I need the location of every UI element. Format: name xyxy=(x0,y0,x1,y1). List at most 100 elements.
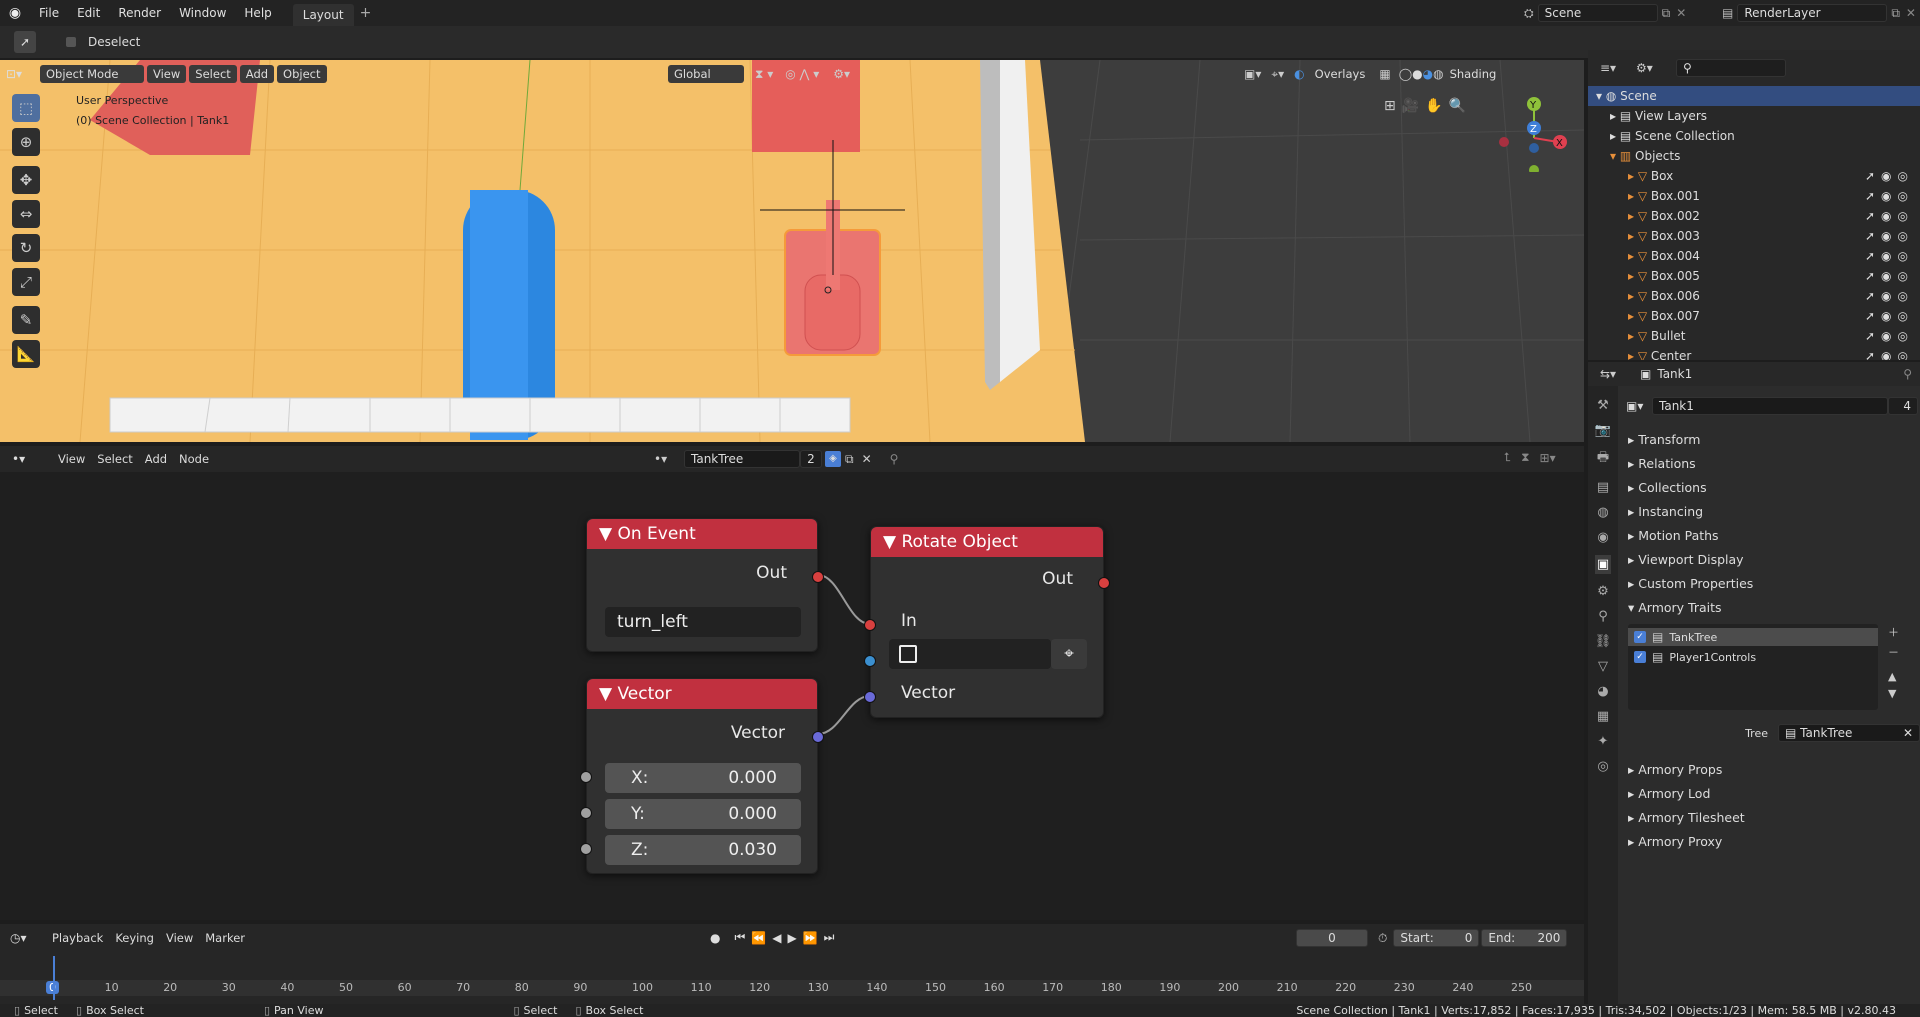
outliner-object-row[interactable]: ▸ ▽ Bullet ➚◉◎ xyxy=(1588,326,1920,346)
overlays-dropdown[interactable]: Overlays xyxy=(1309,65,1372,83)
outliner-object-row[interactable]: ▸ ▽ Box.003 ➚◉◎ xyxy=(1588,226,1920,246)
trait-enabled-checkbox[interactable]: ✓ xyxy=(1634,631,1646,643)
world-tab-icon[interactable]: ◉ xyxy=(1597,530,1608,545)
xray-icon[interactable]: ▦ xyxy=(1379,67,1390,81)
rotate-object-socket[interactable] xyxy=(864,655,876,667)
properties-panel[interactable]: ▸ Armory Lod xyxy=(1628,786,1710,801)
outliner-row-scene[interactable]: ▾ ◍ Scene xyxy=(1588,86,1920,106)
editor-type-icon[interactable]: ⊡▾ xyxy=(6,67,40,81)
output-tab-icon[interactable]: 🖶 xyxy=(1597,448,1609,470)
select-box-tool-icon[interactable]: ⬚ xyxy=(12,94,40,122)
deselect-checkbox-icon[interactable] xyxy=(66,37,76,47)
data-tab-icon[interactable]: ▽ xyxy=(1598,659,1608,674)
outliner-row-objects[interactable]: ▾ ▥ Objects xyxy=(1588,146,1920,166)
vector-z-socket[interactable] xyxy=(580,843,592,855)
stopwatch-icon[interactable]: ⏱ xyxy=(1378,931,1387,946)
select-menu[interactable]: Select xyxy=(189,65,237,83)
menu-edit[interactable]: Edit xyxy=(68,0,109,26)
copy-scene-icon[interactable]: ⧉ xyxy=(1662,6,1671,21)
outliner-object-row[interactable]: ▸ ▽ Center ➚◉◎ xyxy=(1588,346,1920,360)
properties-type-icon[interactable]: ⇆▾ xyxy=(1600,367,1640,381)
playback-menu[interactable]: Playback xyxy=(46,929,109,947)
eyedropper-icon[interactable]: ⌖ xyxy=(1051,639,1087,669)
mode-dropdown[interactable]: Object Mode xyxy=(40,65,144,83)
properties-panel[interactable]: ▸ Collections xyxy=(1628,480,1707,495)
jump-end-icon[interactable]: ⏭ xyxy=(824,930,835,945)
properties-editor[interactable]: ⚒ 📷 🖶 ▤ ◍ ◉ ▣ ⚙ ⚲ ⛓ ▽ ◕ ▦ ✦ ◎ ⇆▾ ▣ Tank1… xyxy=(1588,362,1920,1004)
shading-material-icon[interactable]: ◕ xyxy=(1423,67,1433,81)
menu-render[interactable]: Render xyxy=(109,0,170,26)
grid-view-icon[interactable]: ⊞ xyxy=(1384,98,1396,114)
pin-properties-icon[interactable]: ⚲ xyxy=(1903,367,1912,381)
select-tool-icon[interactable]: ➚ xyxy=(14,31,36,53)
properties-panel[interactable]: ▸ Transform xyxy=(1628,432,1700,447)
3d-viewport[interactable]: ⊡▾ Object Mode View Select Add Object Gl… xyxy=(0,60,1584,442)
scale-tool-icon[interactable]: ⤢ xyxy=(12,268,40,296)
renderlayer-field[interactable]: RenderLayer xyxy=(1737,4,1888,22)
traits-list[interactable]: ✓ ▤ TankTree ✓ ▤ Player1Controls xyxy=(1628,624,1878,710)
object-visibility-icons[interactable]: ➚◉◎ xyxy=(1865,166,1914,186)
menu-help[interactable]: Help xyxy=(235,0,280,26)
overlays-icon[interactable]: ◐ xyxy=(1294,67,1304,81)
camera-view-icon[interactable]: 🎥 xyxy=(1402,98,1419,114)
move-arrows-icon[interactable]: ⇔ xyxy=(12,200,40,228)
end-frame-field[interactable]: End: 200 xyxy=(1481,929,1568,947)
move-down-button[interactable]: ▼ xyxy=(1888,687,1899,700)
object-type-icon[interactable]: ▣▾ xyxy=(1626,399,1652,413)
outliner-object-row[interactable]: ▸ ▽ Box.004 ➚◉◎ xyxy=(1588,246,1920,266)
object-visibility-icons[interactable]: ➚◉◎ xyxy=(1865,206,1914,226)
node-on-event[interactable]: ▼ On Event Out turn_left xyxy=(586,518,824,652)
annotate-tool-icon[interactable]: ✎ xyxy=(12,306,40,334)
vector-z-field[interactable]: Z: 0.030 xyxy=(605,835,801,865)
copy-renderlayer-icon[interactable]: ⧉ xyxy=(1891,6,1900,21)
timeline[interactable]: ◷▾ Playback Keying View Marker ● ⏮ ⏪ ◀ ▶… xyxy=(0,924,1584,1004)
deselect-label[interactable]: Deselect xyxy=(88,35,140,49)
timeline-ruler[interactable]: 0102030405060708090100110120130140150160… xyxy=(0,980,1584,996)
renderlayer-icon[interactable]: ▤ xyxy=(1722,6,1733,20)
remove-trait-button[interactable]: － xyxy=(1888,644,1899,660)
object-visibility-icons[interactable]: ➚◉◎ xyxy=(1865,286,1914,306)
measure-tool-icon[interactable]: 📐 xyxy=(12,340,40,368)
rotate-in-socket[interactable] xyxy=(864,619,876,631)
shading-dropdown[interactable]: Shading xyxy=(1444,65,1503,83)
zoom-view-icon[interactable]: 🔍 xyxy=(1449,98,1466,114)
vector-x-socket[interactable] xyxy=(580,771,592,783)
object-tab-icon[interactable]: ▣ xyxy=(1594,555,1612,574)
shading-rendered-icon[interactable]: ◍ xyxy=(1433,67,1443,81)
snap-icon[interactable]: ⧗ ▾ xyxy=(755,67,773,82)
clear-tree-icon[interactable]: ✕ xyxy=(1903,725,1913,741)
object-visibility-icons[interactable]: ➚◉◎ xyxy=(1865,326,1914,346)
vector-y-socket[interactable] xyxy=(580,807,592,819)
timeline-type-icon[interactable]: ◷▾ xyxy=(10,931,46,945)
object-name-field[interactable]: Tank1 xyxy=(1652,397,1888,415)
render-tab-icon[interactable]: 📷 xyxy=(1595,423,1611,438)
outliner[interactable]: ≡▾ ⚙▾ ⚲ ▾ ◍ Scene ▸ ▤ View Layers ▸ ▤ Sc… xyxy=(1588,50,1920,360)
shading-wire-icon[interactable]: ◯ xyxy=(1399,67,1412,81)
trait-row-player1controls[interactable]: ✓ ▤ Player1Controls xyxy=(1628,648,1878,666)
timeline-view-menu[interactable]: View xyxy=(160,929,199,947)
trait-row-tanktree[interactable]: ✓ ▤ TankTree xyxy=(1628,628,1878,646)
gizmo-icon[interactable]: ⌖▾ xyxy=(1271,67,1284,82)
outliner-search-input[interactable]: ⚲ xyxy=(1676,59,1786,77)
visibility-icon[interactable]: ▣▾ xyxy=(1244,67,1261,81)
outliner-object-row[interactable]: ▸ ▽ Box.001 ➚◉◎ xyxy=(1588,186,1920,206)
object-visibility-icons[interactable]: ➚◉◎ xyxy=(1865,186,1914,206)
pan-view-icon[interactable]: ✋ xyxy=(1425,98,1442,114)
outliner-object-row[interactable]: ▸ ▽ Box ➚◉◎ xyxy=(1588,166,1920,186)
modifier-tab-icon[interactable]: ⚙ xyxy=(1597,584,1609,599)
texture-tab-icon[interactable]: ▦ xyxy=(1597,709,1609,724)
tab-layout[interactable]: Layout xyxy=(292,4,354,26)
outliner-object-row[interactable]: ▸ ▽ Box.002 ➚◉◎ xyxy=(1588,206,1920,226)
properties-panel[interactable]: ▸ Armory Props xyxy=(1628,762,1722,777)
add-menu[interactable]: Add xyxy=(239,65,275,83)
viewport-scene[interactable] xyxy=(0,60,1584,442)
on-event-out-socket[interactable] xyxy=(812,571,824,583)
add-workspace-button[interactable]: + xyxy=(360,5,372,21)
rotate-out-socket[interactable] xyxy=(1098,577,1110,589)
scene-icon[interactable]: ⛭ xyxy=(1524,6,1534,21)
properties-panel[interactable]: ▸ Motion Paths xyxy=(1628,528,1719,543)
record-icon[interactable]: ● xyxy=(710,931,720,945)
vector-y-field[interactable]: Y: 0.000 xyxy=(605,799,801,829)
move-tool-icon[interactable]: ✥ xyxy=(12,166,40,194)
outliner-type-icon[interactable]: ≡▾ xyxy=(1600,61,1636,75)
